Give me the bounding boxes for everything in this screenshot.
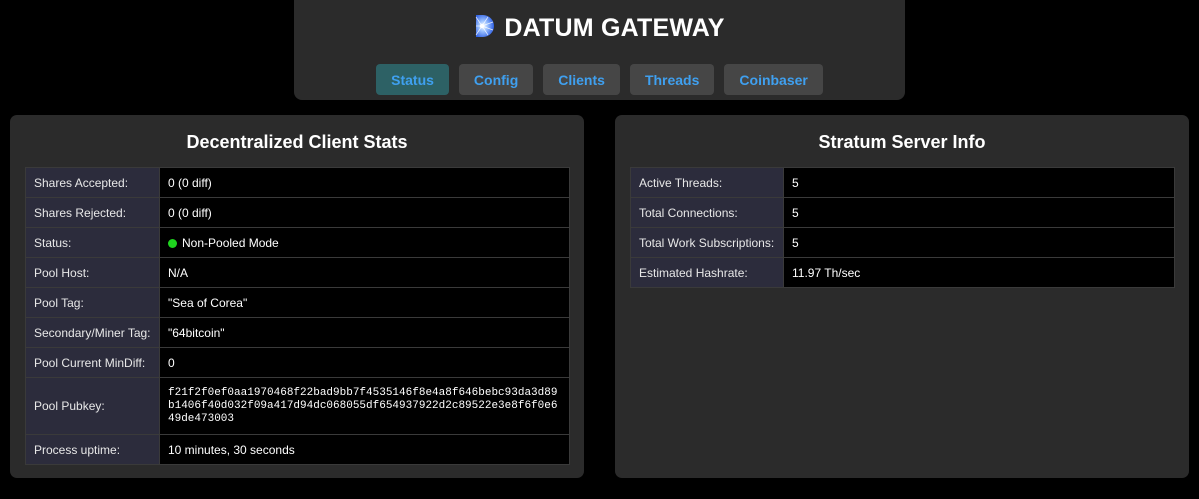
row-label: Pool Tag: <box>25 287 160 318</box>
tab-threads[interactable]: Threads <box>629 64 715 95</box>
tab-clients[interactable]: Clients <box>543 64 620 95</box>
row-value: Non-Pooled Mode <box>159 227 570 258</box>
row-label: Active Threads: <box>630 167 784 198</box>
row-label: Secondary/Miner Tag: <box>25 317 160 348</box>
app-title: DATUM GATEWAY <box>504 13 725 42</box>
nav-tabs: Status Config Clients Threads Coinbaser <box>294 64 905 95</box>
row-value: "Sea of Corea" <box>159 287 570 318</box>
row-label: Pool Pubkey: <box>25 377 160 435</box>
client-stats-title: Decentralized Client Stats <box>186 132 408 152</box>
row-label: Shares Rejected: <box>25 197 160 228</box>
row-label: Shares Accepted: <box>25 167 160 198</box>
row-label: Status: <box>25 227 160 258</box>
row-label: Total Work Subscriptions: <box>630 227 784 258</box>
row-value: 0 <box>159 347 570 378</box>
table-row: Status: Non-Pooled Mode <box>25 227 570 258</box>
row-value: 5 <box>783 167 1175 198</box>
client-stats-table: Shares Accepted: 0 (0 diff) Shares Rejec… <box>25 167 570 465</box>
row-value: 11.97 Th/sec <box>783 257 1175 288</box>
header: DATUM GATEWAY Status Config Clients Thre… <box>294 0 905 100</box>
table-row: Pool Current MinDiff: 0 <box>25 347 570 378</box>
table-row: Total Work Subscriptions: 5 <box>630 227 1175 258</box>
row-value: 10 minutes, 30 seconds <box>159 434 570 465</box>
stratum-info-title: Stratum Server Info <box>818 132 986 152</box>
pool-pubkey-value: f21f2f0ef0aa1970468f22bad9bb7f4535146f8e… <box>159 377 570 435</box>
client-stats-panel: Decentralized Client Stats Shares Accept… <box>10 115 584 478</box>
row-value: "64bitcoin" <box>159 317 570 348</box>
row-value: N/A <box>159 257 570 288</box>
datum-logo-icon <box>474 14 496 43</box>
row-value: 0 (0 diff) <box>159 197 570 228</box>
table-row: Shares Accepted: 0 (0 diff) <box>25 167 570 198</box>
row-value: 0 (0 diff) <box>159 167 570 198</box>
tab-coinbaser[interactable]: Coinbaser <box>724 64 823 95</box>
tab-config[interactable]: Config <box>458 64 534 95</box>
table-row: Total Connections: 5 <box>630 197 1175 228</box>
row-label: Process uptime: <box>25 434 160 465</box>
stratum-info-table: Active Threads: 5 Total Connections: 5 T… <box>630 167 1175 288</box>
row-label: Total Connections: <box>630 197 784 228</box>
row-label: Pool Current MinDiff: <box>25 347 160 378</box>
status-dot-icon <box>168 238 177 248</box>
tab-status[interactable]: Status <box>376 64 449 95</box>
table-row: Active Threads: 5 <box>630 167 1175 198</box>
table-row: Shares Rejected: 0 (0 diff) <box>25 197 570 228</box>
brand: DATUM GATEWAY <box>294 12 905 44</box>
stratum-info-panel: Stratum Server Info Active Threads: 5 To… <box>615 115 1189 478</box>
row-label: Pool Host: <box>25 257 160 288</box>
status-text: Non-Pooled Mode <box>182 235 279 250</box>
table-row: Secondary/Miner Tag: "64bitcoin" <box>25 317 570 348</box>
row-label: Estimated Hashrate: <box>630 257 784 288</box>
table-row: Pool Host: N/A <box>25 257 570 288</box>
row-value: 5 <box>783 197 1175 228</box>
row-value: 5 <box>783 227 1175 258</box>
table-row: Pool Tag: "Sea of Corea" <box>25 287 570 318</box>
table-row: Process uptime: 10 minutes, 30 seconds <box>25 434 570 465</box>
table-row: Pool Pubkey: f21f2f0ef0aa1970468f22bad9b… <box>25 377 570 435</box>
table-row: Estimated Hashrate: 11.97 Th/sec <box>630 257 1175 288</box>
